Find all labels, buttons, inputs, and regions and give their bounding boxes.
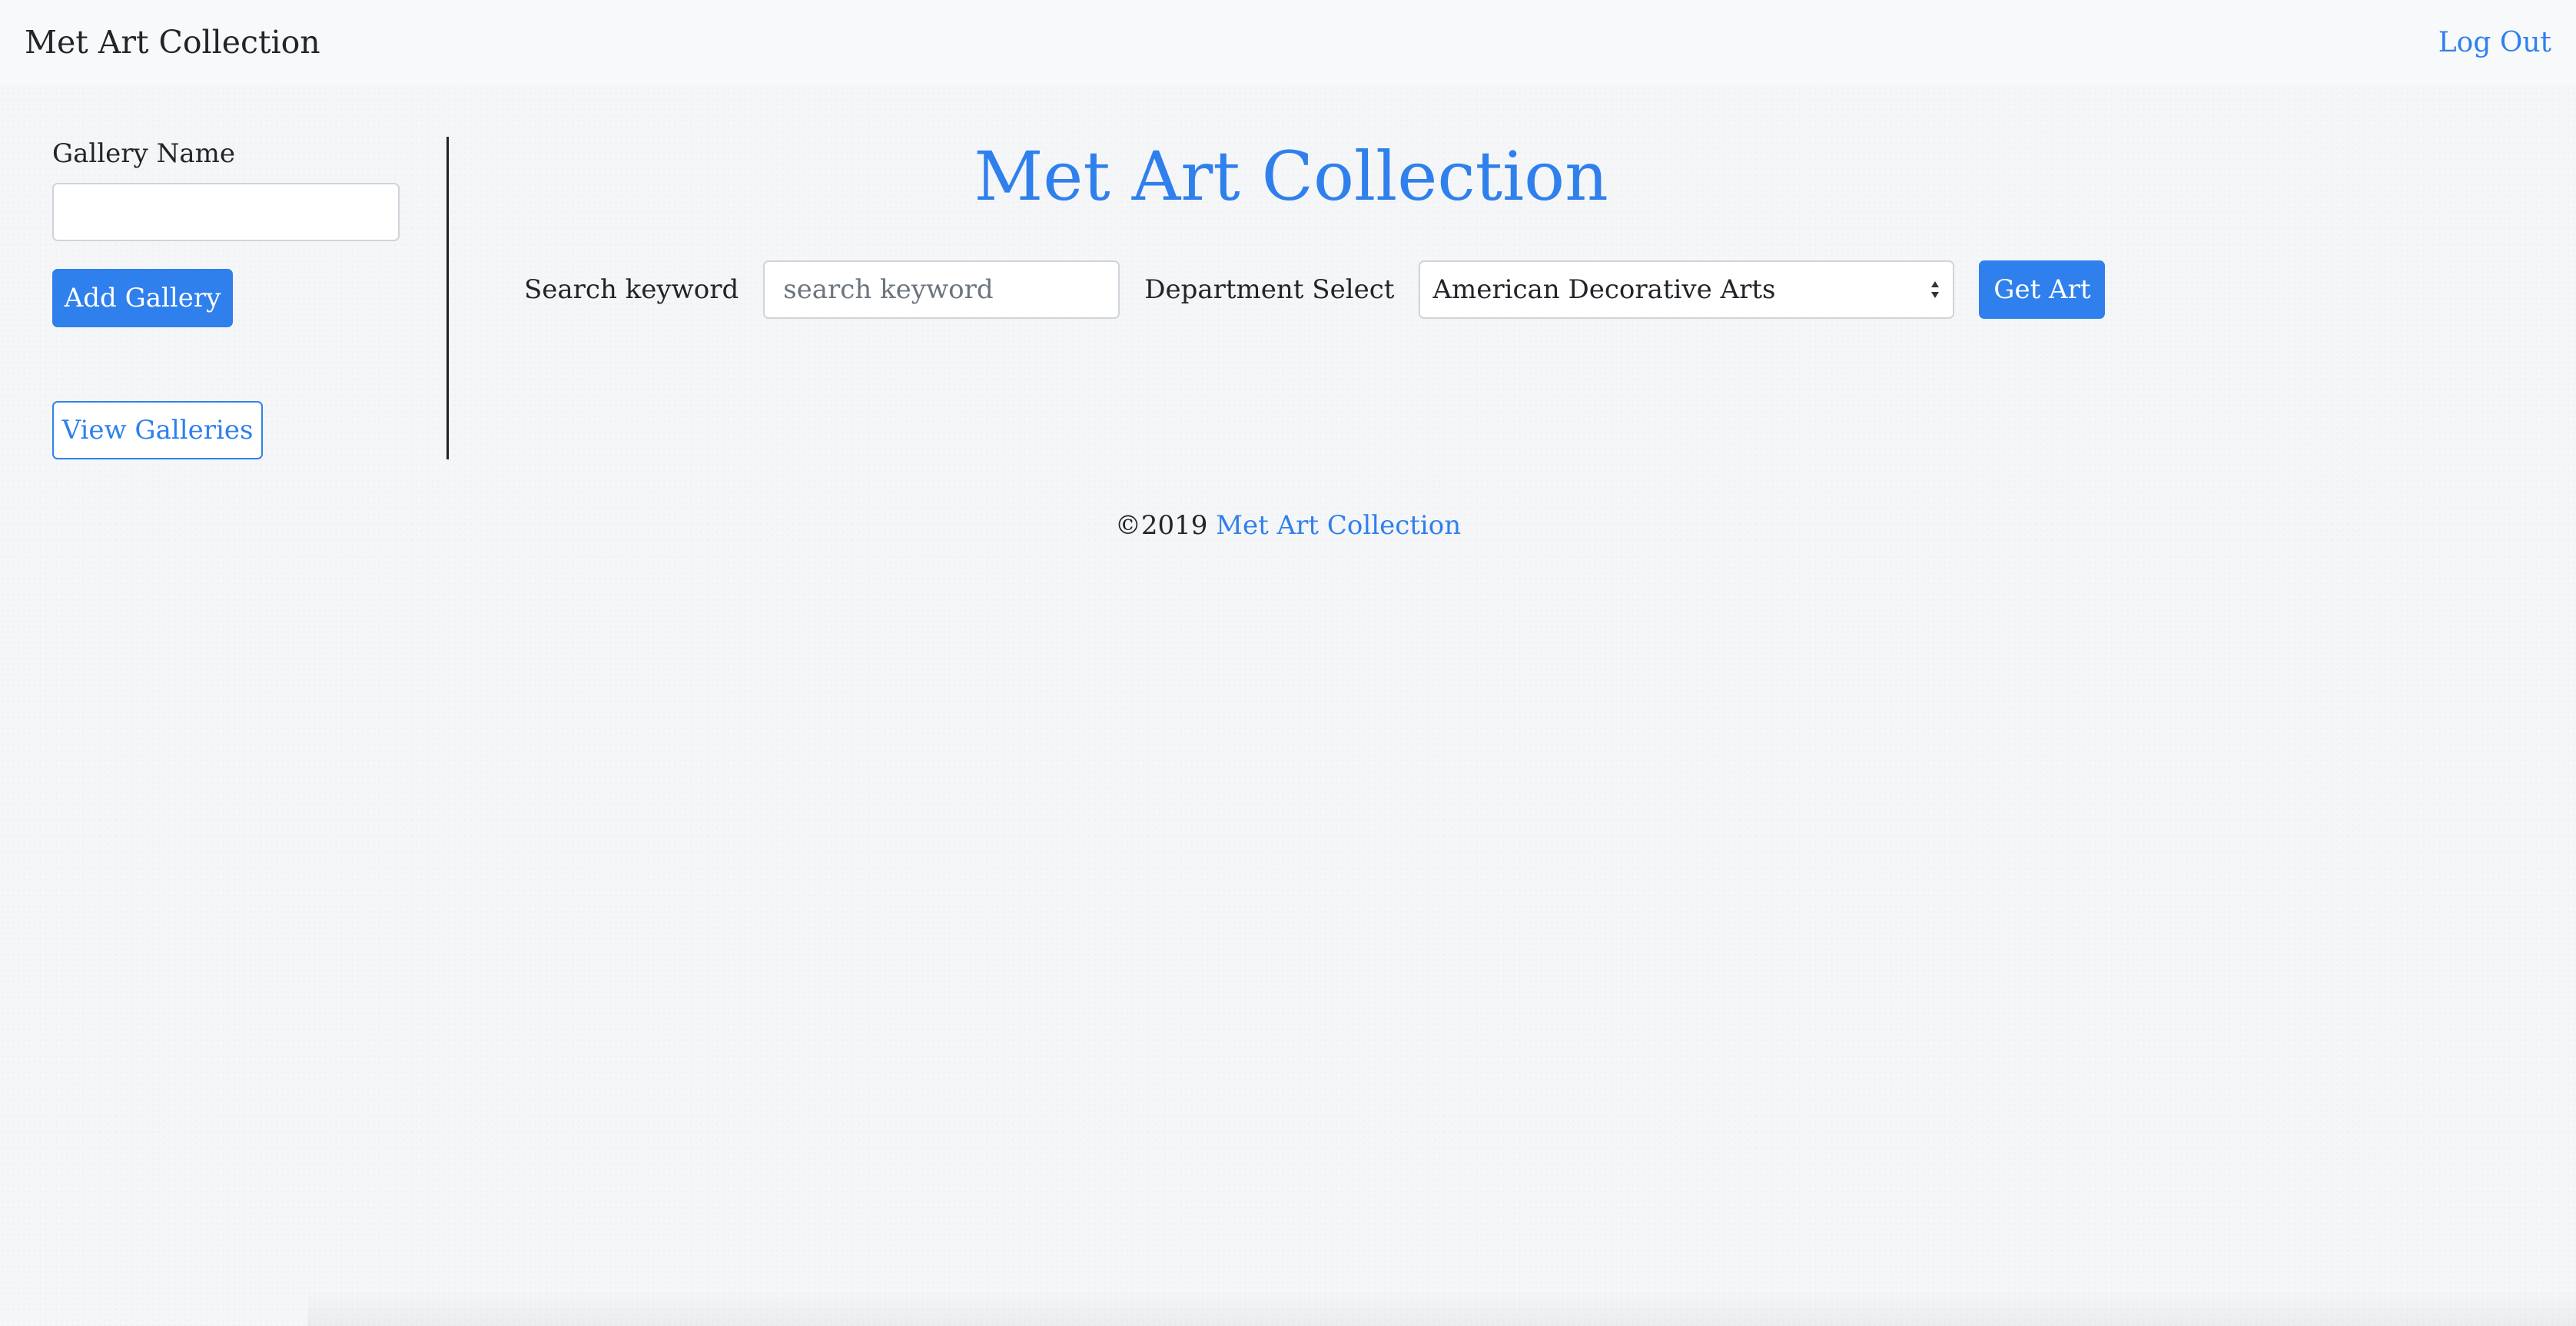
logout-link[interactable]: Log Out — [2438, 27, 2551, 58]
sidebar-divider — [446, 137, 449, 459]
add-gallery-button[interactable]: Add Gallery — [52, 269, 233, 327]
page-title: Met Art Collection — [974, 137, 1608, 216]
page-footer: ©2019 Met Art Collection — [0, 510, 2576, 541]
title-container: Met Art Collection — [768, 137, 1814, 216]
get-art-button[interactable]: Get Art — [1979, 260, 2106, 319]
department-select-label: Department Select — [1144, 274, 1395, 305]
department-select[interactable]: American Decorative Arts — [1419, 260, 1955, 319]
footer-copyright: ©2019 — [1114, 510, 1208, 541]
view-galleries-button[interactable]: View Galleries — [52, 401, 263, 459]
department-selected-value: American Decorative Arts — [1432, 274, 1776, 305]
gallery-sidebar: Gallery Name Add Gallery View Galleries — [52, 137, 447, 459]
gallery-name-input[interactable] — [52, 183, 400, 241]
updown-chevron-icon — [1930, 280, 1940, 300]
search-keyword-input[interactable] — [763, 260, 1120, 319]
search-keyword-label: Search keyword — [524, 274, 739, 305]
footer-link[interactable]: Met Art Collection — [1216, 510, 1461, 541]
navbar-brand[interactable]: Met Art Collection — [25, 24, 320, 61]
bottom-shadow — [307, 1291, 2576, 1326]
top-navbar: Met Art Collection Log Out — [0, 0, 2576, 85]
search-form: Search keyword Department Select America… — [524, 260, 2106, 319]
gallery-name-label: Gallery Name — [52, 138, 235, 169]
